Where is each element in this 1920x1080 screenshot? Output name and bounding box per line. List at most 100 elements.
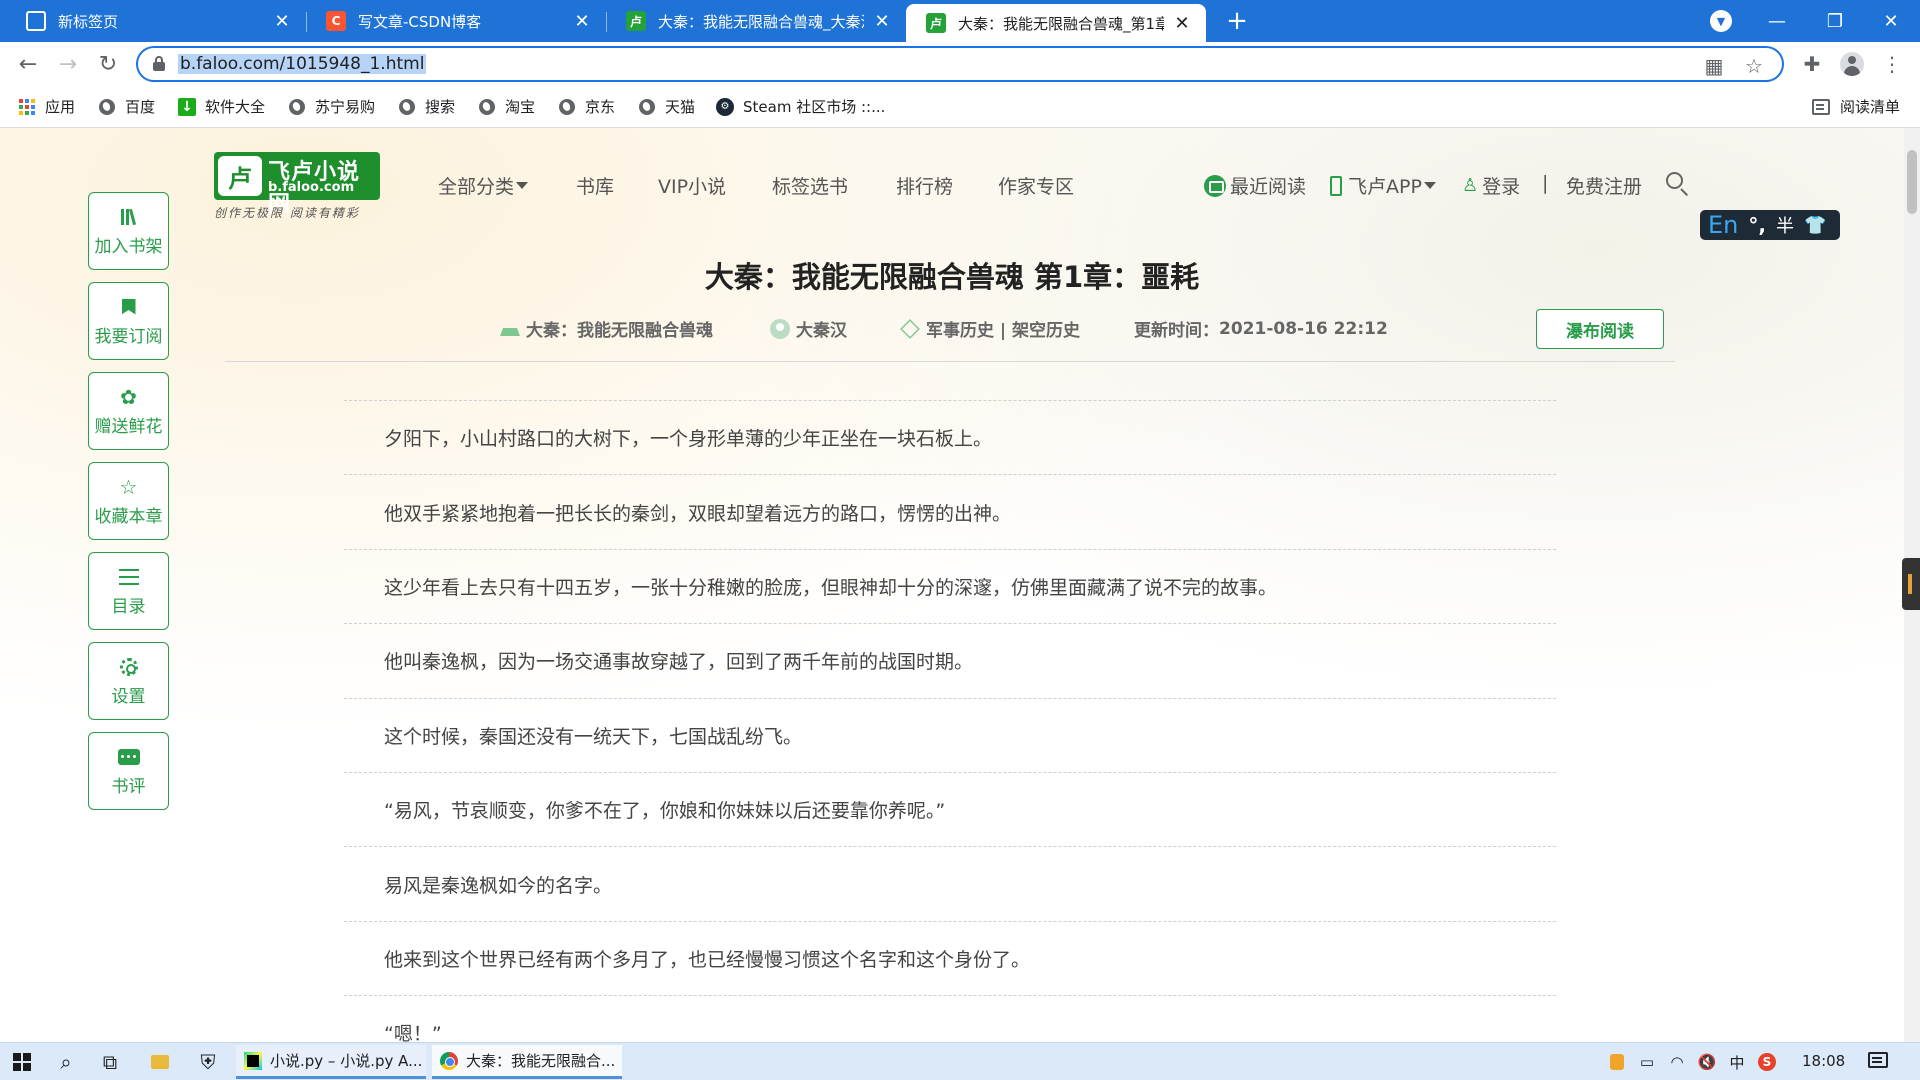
file-explorer-icon[interactable] <box>138 1046 182 1078</box>
scrollbar-thumb[interactable] <box>1907 150 1917 214</box>
nav-ranking[interactable]: 排行榜 <box>896 172 953 199</box>
tab-new-tab[interactable]: 新标签页 ✕ <box>6 0 306 42</box>
tab-csdn[interactable]: C 写文章-CSDN博客 ✕ <box>306 0 606 42</box>
sidebar-label: 我要订阅 <box>94 326 163 347</box>
tab-book-index[interactable]: 卢 大秦：我能无限融合兽魂_大秦汉 ✕ <box>606 0 906 42</box>
close-tab-icon[interactable]: ✕ <box>872 11 892 32</box>
profile-button[interactable] <box>1836 48 1868 80</box>
tray-vpn-icon[interactable] <box>1606 1051 1628 1073</box>
lock-icon[interactable] <box>152 56 166 72</box>
favorite-chapter-button[interactable]: ☆ 收藏本章 <box>88 462 169 540</box>
waterfall-reading-button[interactable]: 瀑布阅读 <box>1536 309 1664 349</box>
subscribe-button[interactable]: 我要订阅 <box>88 282 169 360</box>
author-icon <box>770 318 790 339</box>
bookmark-baidu[interactable]: 百度 <box>98 96 155 117</box>
logo-box: 卢 飞卢小说网 b.faloo.com <box>214 152 380 217</box>
wifi-icon[interactable]: ◠ <box>1666 1051 1688 1073</box>
bookmark-search[interactable]: 搜索 <box>398 96 455 117</box>
bookmark-taobao[interactable]: 淘宝 <box>478 96 535 117</box>
category-link[interactable]: 军事历史 | 架空历史 <box>900 316 1080 341</box>
bookmark-label: 搜索 <box>425 98 456 116</box>
minimize-button[interactable]: — <box>1748 0 1806 42</box>
reading-list-button[interactable]: 阅读清单 <box>1812 96 1900 117</box>
update-value: 2021-08-16 22:12 <box>1219 318 1388 339</box>
security-shield-icon[interactable]: ⛨ <box>186 1046 230 1078</box>
menu-kebab-icon[interactable]: ⋮ <box>1876 48 1908 80</box>
send-flowers-button[interactable]: ✿ 赠送鲜花 <box>88 372 169 450</box>
tab-search-icon[interactable]: ▼ <box>1710 10 1732 32</box>
bookshelf-icon <box>120 206 137 228</box>
nav-recent-reading[interactable]: 最近阅读 <box>1204 172 1306 199</box>
author-name: 大秦汉 <box>796 321 847 341</box>
add-to-shelf-button[interactable]: 加入书架 <box>88 192 169 270</box>
search-icon[interactable]: ⌕ <box>44 1046 88 1078</box>
extensions-puzzle-icon[interactable]: ✚ <box>1796 48 1828 80</box>
nav-label: 全部分类 <box>438 176 515 198</box>
restore-button[interactable]: ❐ <box>1806 0 1864 42</box>
url-text[interactable]: b.faloo.com/1015948_1.html <box>178 54 427 74</box>
tab-chapter-active[interactable]: 卢 大秦：我能无限融合兽魂_第1章 ✕ <box>906 4 1206 42</box>
nav-authors[interactable]: 作家专区 <box>998 172 1074 199</box>
table-of-contents-button[interactable]: 目录 <box>88 552 169 630</box>
close-window-button[interactable]: ✕ <box>1862 0 1920 42</box>
address-bar[interactable]: b.faloo.com/1015948_1.html ▦ ☆ <box>136 46 1784 82</box>
ime-toolbar[interactable]: En °, 半 👕 <box>1700 210 1840 240</box>
chapter-title: 大秦：我能无限融合兽魂 第1章：噩耗 <box>704 260 1200 294</box>
book-review-button[interactable]: 书评 <box>88 732 169 810</box>
nav-login[interactable]: ♙ 登录 <box>1462 172 1520 199</box>
nav-app[interactable]: 飞卢APP <box>1330 172 1436 199</box>
qr-code-icon[interactable]: ▦ <box>1702 54 1726 78</box>
ime-mode[interactable]: En <box>1708 211 1738 239</box>
new-tab-button[interactable]: + <box>1222 6 1252 36</box>
ime-width[interactable]: 半 <box>1776 212 1794 238</box>
search-icon[interactable] <box>1666 172 1690 197</box>
start-button[interactable] <box>0 1046 44 1078</box>
paragraph: 他双手紧紧地抱着一把长长的秦剑，双眼却望着远方的路口，愣愣的出神。 <box>344 474 1556 548</box>
taskbar-app-chrome[interactable]: 大秦：我能无限融合... <box>432 1045 622 1079</box>
tab-title: 新标签页 <box>58 12 119 31</box>
chapter-content: 夕阳下，小山村路口的大树下，一个身形单薄的少年正坐在一块石板上。 他双手紧紧地抱… <box>344 400 1556 1042</box>
bookmark-steam[interactable]: ⚙ Steam 社区市场 ::... <box>716 96 885 117</box>
ime-punctuation[interactable]: °, <box>1748 213 1766 237</box>
bookmark-label: 应用 <box>45 98 76 116</box>
battery-icon[interactable]: ▭ <box>1636 1051 1658 1073</box>
task-view-icon[interactable]: ⧉ <box>88 1046 132 1078</box>
floating-side-widget[interactable] <box>1902 558 1920 610</box>
nav-library[interactable]: 书库 <box>576 172 614 199</box>
nav-register[interactable]: 免费注册 <box>1566 172 1642 199</box>
site-logo[interactable]: 卢 飞卢小说网 b.faloo.com 创作无极限 阅读有精彩 <box>214 152 380 222</box>
close-tab-icon[interactable]: ✕ <box>272 11 292 32</box>
forward-button[interactable]: → <box>52 48 84 80</box>
globe-icon <box>98 98 116 116</box>
book-link[interactable]: 大秦：我能无限融合兽魂 <box>500 316 713 341</box>
bookmark-suning[interactable]: 苏宁易购 <box>288 96 375 117</box>
phone-icon <box>1330 175 1342 196</box>
close-tab-icon[interactable]: ✕ <box>572 11 592 32</box>
bookmark-label: 天猫 <box>665 98 696 116</box>
nav-tags[interactable]: 标签选书 <box>772 172 848 199</box>
author-link[interactable]: 大秦汉 <box>770 316 847 341</box>
bookmark-apps[interactable]: 应用 <box>18 96 75 117</box>
ime-indicator[interactable]: 中 <box>1726 1051 1748 1073</box>
bookmark-star-icon[interactable]: ☆ <box>1742 54 1766 78</box>
windows-taskbar: ⌕ ⧉ ⛨ 小说.py – 小说.py A... 大秦：我能无限融合... ▭ … <box>0 1042 1920 1080</box>
reload-button[interactable]: ↻ <box>92 48 124 80</box>
taskbar-app-pycharm[interactable]: 小说.py – 小说.py A... <box>236 1045 426 1079</box>
settings-button[interactable]: 设置 <box>88 642 169 720</box>
sogou-ime-icon[interactable]: S <box>1756 1051 1778 1073</box>
close-tab-icon[interactable]: ✕ <box>1172 13 1192 34</box>
ime-skin-icon[interactable]: 👕 <box>1804 215 1826 236</box>
back-button[interactable]: ← <box>12 48 44 80</box>
nav-vip[interactable]: VIP小说 <box>658 172 726 199</box>
notifications-icon[interactable] <box>1868 1052 1888 1068</box>
volume-muted-icon[interactable]: 🔇 <box>1696 1051 1718 1073</box>
taskbar-clock[interactable]: 18:08 <box>1802 1052 1845 1070</box>
browser-toolbar: ← → ↻ b.faloo.com/1015948_1.html ▦ ☆ ✚ ⋮ <box>0 42 1920 86</box>
csdn-icon: C <box>326 11 346 31</box>
bookmark-software[interactable]: ↓ 软件大全 <box>178 96 265 117</box>
nav-categories[interactable]: 全部分类 <box>438 172 529 199</box>
sogou-letter: S <box>1758 1053 1776 1071</box>
bookmark-jd[interactable]: 京东 <box>558 96 615 117</box>
taskbar-app-title: 大秦：我能无限融合... <box>466 1052 616 1070</box>
bookmark-tmall[interactable]: 天猫 <box>638 96 695 117</box>
